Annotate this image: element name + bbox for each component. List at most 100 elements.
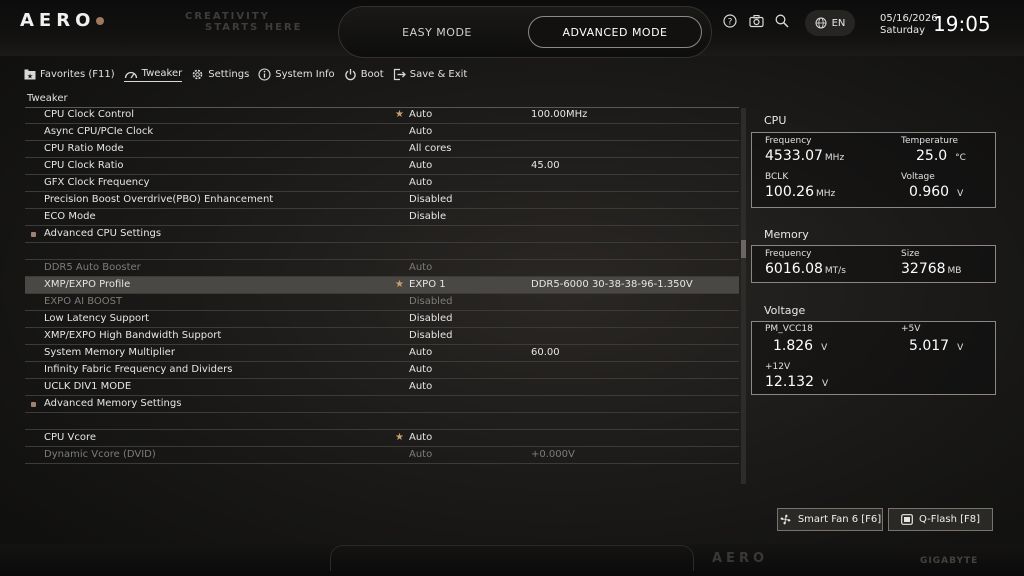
setting-row[interactable]: XMP/EXPO Profile ★ EXPO 1 DDR5-6000 30-38-3… <box>25 277 739 294</box>
tab-system-info[interactable]: System Info <box>258 66 335 82</box>
setting-current-value: +0.000V <box>531 449 575 460</box>
vcc18-label: PM_VCC18 <box>765 324 813 334</box>
memory-frequency: 6016.08 MT/s <box>765 261 846 277</box>
main-nav: ★ Favorites (F11) Tweaker Settings Syste… <box>24 66 467 82</box>
scrollbar-thumb[interactable] <box>741 240 746 258</box>
setting-value[interactable]: Auto <box>409 347 432 358</box>
setting-value[interactable]: Disabled <box>409 330 452 341</box>
cpu-temperature-value: 25.0 <box>916 148 948 164</box>
date-value: 05/16/2026 <box>880 13 938 24</box>
qflash-button[interactable]: Q-Flash [F8] <box>888 508 993 531</box>
setting-label: CPU Clock Ratio <box>44 160 124 171</box>
v5-value: 5.017 <box>909 338 950 354</box>
setting-value[interactable]: Auto <box>409 432 432 443</box>
qflash-label: Q-Flash [F8] <box>918 514 981 525</box>
weekday-value: Saturday <box>880 25 926 36</box>
memory-frequency-label: Frequency <box>765 249 812 259</box>
setting-label: XMP/EXPO High Bandwidth Support <box>44 330 222 341</box>
cpu-voltage: 0.960 V <box>909 184 963 200</box>
setting-row[interactable]: System Memory Multiplier Auto 60.00 <box>25 345 739 362</box>
setting-value[interactable]: Auto <box>409 381 432 392</box>
cpu-voltage-label: Voltage <box>901 172 935 182</box>
setting-label: Advanced Memory Settings <box>44 398 182 409</box>
v12-unit: V <box>822 379 829 389</box>
setting-row[interactable]: XMP/EXPO High Bandwidth Support Disabled <box>25 328 739 345</box>
memory-size-unit: MB <box>947 266 962 276</box>
favorites-icon: ★ <box>24 69 36 80</box>
setting-value[interactable]: Auto <box>409 109 432 120</box>
setting-row[interactable]: GFX Clock Frequency Auto <box>25 175 739 192</box>
language-selector[interactable]: EN <box>805 10 855 36</box>
tab-tweaker-label: Tweaker <box>141 68 183 79</box>
submenu-bullet-icon <box>31 232 36 237</box>
tab-settings[interactable]: Settings <box>191 66 249 82</box>
advanced-mode-button[interactable]: ADVANCED MODE <box>528 16 702 48</box>
tab-boot[interactable]: Boot <box>344 66 384 82</box>
setting-label: Precision Boost Overdrive(PBO) Enhanceme… <box>44 194 274 205</box>
tab-save-exit-label: Save & Exit <box>409 68 468 80</box>
v12: 12.132 V <box>765 374 828 390</box>
setting-row[interactable]: EXPO AI BOOST Disabled <box>25 294 739 311</box>
setting-value[interactable]: Auto <box>409 126 432 137</box>
slogan: CREATIVITY STARTS HERE <box>185 11 302 33</box>
setting-value[interactable]: Auto <box>409 364 432 375</box>
setting-label: Infinity Fabric Frequency and Dividers <box>44 364 233 375</box>
setting-value[interactable]: Disabled <box>409 296 452 307</box>
submenu-bullet-icon <box>31 402 36 407</box>
setting-label: EXPO AI BOOST <box>44 296 123 307</box>
setting-row[interactable]: CPU Clock Ratio Auto 45.00 <box>25 158 739 175</box>
favorite-star-icon[interactable]: ★ <box>395 432 404 443</box>
setting-row[interactable]: Precision Boost Overdrive(PBO) Enhanceme… <box>25 192 739 209</box>
setting-value[interactable]: Auto <box>409 160 432 171</box>
setting-value[interactable]: Auto <box>409 177 432 188</box>
setting-label: DDR5 Auto Booster <box>44 262 141 273</box>
time-display: 19:05 <box>933 12 991 36</box>
v12-value: 12.132 <box>765 374 814 390</box>
setting-row[interactable]: DDR5 Auto Booster Auto <box>25 260 739 277</box>
setting-row[interactable]: UCLK DIV1 MODE Auto <box>25 379 739 396</box>
favorite-star-icon[interactable]: ★ <box>395 109 404 120</box>
setting-value[interactable]: Disabled <box>409 313 452 324</box>
bclk: 100.26 MHz <box>765 184 835 200</box>
tab-tweaker[interactable]: Tweaker <box>123 66 183 82</box>
setting-row[interactable]: Async CPU/PCIe Clock Auto <box>25 124 739 141</box>
fan-icon <box>780 514 791 525</box>
help-icon[interactable]: ? <box>721 14 739 32</box>
memory-size-value: 32768 <box>901 261 946 277</box>
smart-fan-label: Smart Fan 6 [F6] <box>797 514 882 525</box>
bottom-frame <box>330 545 694 571</box>
aero-logo: AERO <box>20 10 96 31</box>
setting-value[interactable]: Disabled <box>409 194 452 205</box>
setting-label: CPU Ratio Mode <box>44 143 124 154</box>
setting-value[interactable]: Disable <box>409 211 446 222</box>
scrollbar-track[interactable] <box>741 108 746 484</box>
setting-row[interactable]: CPU Ratio Mode All cores <box>25 141 739 158</box>
cpu-frequency-unit: MHz <box>824 153 845 163</box>
submenu-row[interactable]: Advanced Memory Settings <box>25 396 739 413</box>
camera-icon[interactable] <box>747 14 765 32</box>
submenu-row[interactable]: Advanced CPU Settings <box>25 226 739 243</box>
tab-favorites[interactable]: ★ Favorites (F11) <box>24 66 115 82</box>
setting-value[interactable]: Auto <box>409 449 432 460</box>
power-icon <box>344 68 356 80</box>
cpu-frequency-value: 4533.07 <box>765 148 823 164</box>
bclk-unit: MHz <box>816 189 836 199</box>
search-icon[interactable] <box>773 14 791 32</box>
setting-row[interactable]: Dynamic Vcore (DVID) Auto +0.000V <box>25 447 739 464</box>
speedometer-icon <box>124 71 137 78</box>
setting-row[interactable]: CPU Clock Control ★ Auto 100.00MHz <box>25 107 739 124</box>
tab-save-exit[interactable]: Save & Exit <box>393 66 468 82</box>
globe-icon <box>815 17 827 29</box>
setting-value[interactable]: Auto <box>409 262 432 273</box>
setting-row[interactable]: Infinity Fabric Frequency and Dividers Au… <box>25 362 739 379</box>
setting-value[interactable]: All cores <box>409 143 451 154</box>
favorite-star-icon[interactable]: ★ <box>395 279 404 290</box>
setting-row[interactable]: ECO Mode Disable <box>25 209 739 226</box>
tab-settings-label: Settings <box>208 68 250 80</box>
setting-row[interactable]: CPU Vcore ★ Auto <box>25 430 739 447</box>
setting-current-value: 100.00MHz <box>531 109 588 120</box>
setting-row[interactable]: Low Latency Support Disabled <box>25 311 739 328</box>
easy-mode-button[interactable]: EASY MODE <box>356 16 518 48</box>
setting-value[interactable]: EXPO 1 <box>409 279 446 290</box>
smart-fan-button[interactable]: Smart Fan 6 [F6] <box>777 508 883 531</box>
